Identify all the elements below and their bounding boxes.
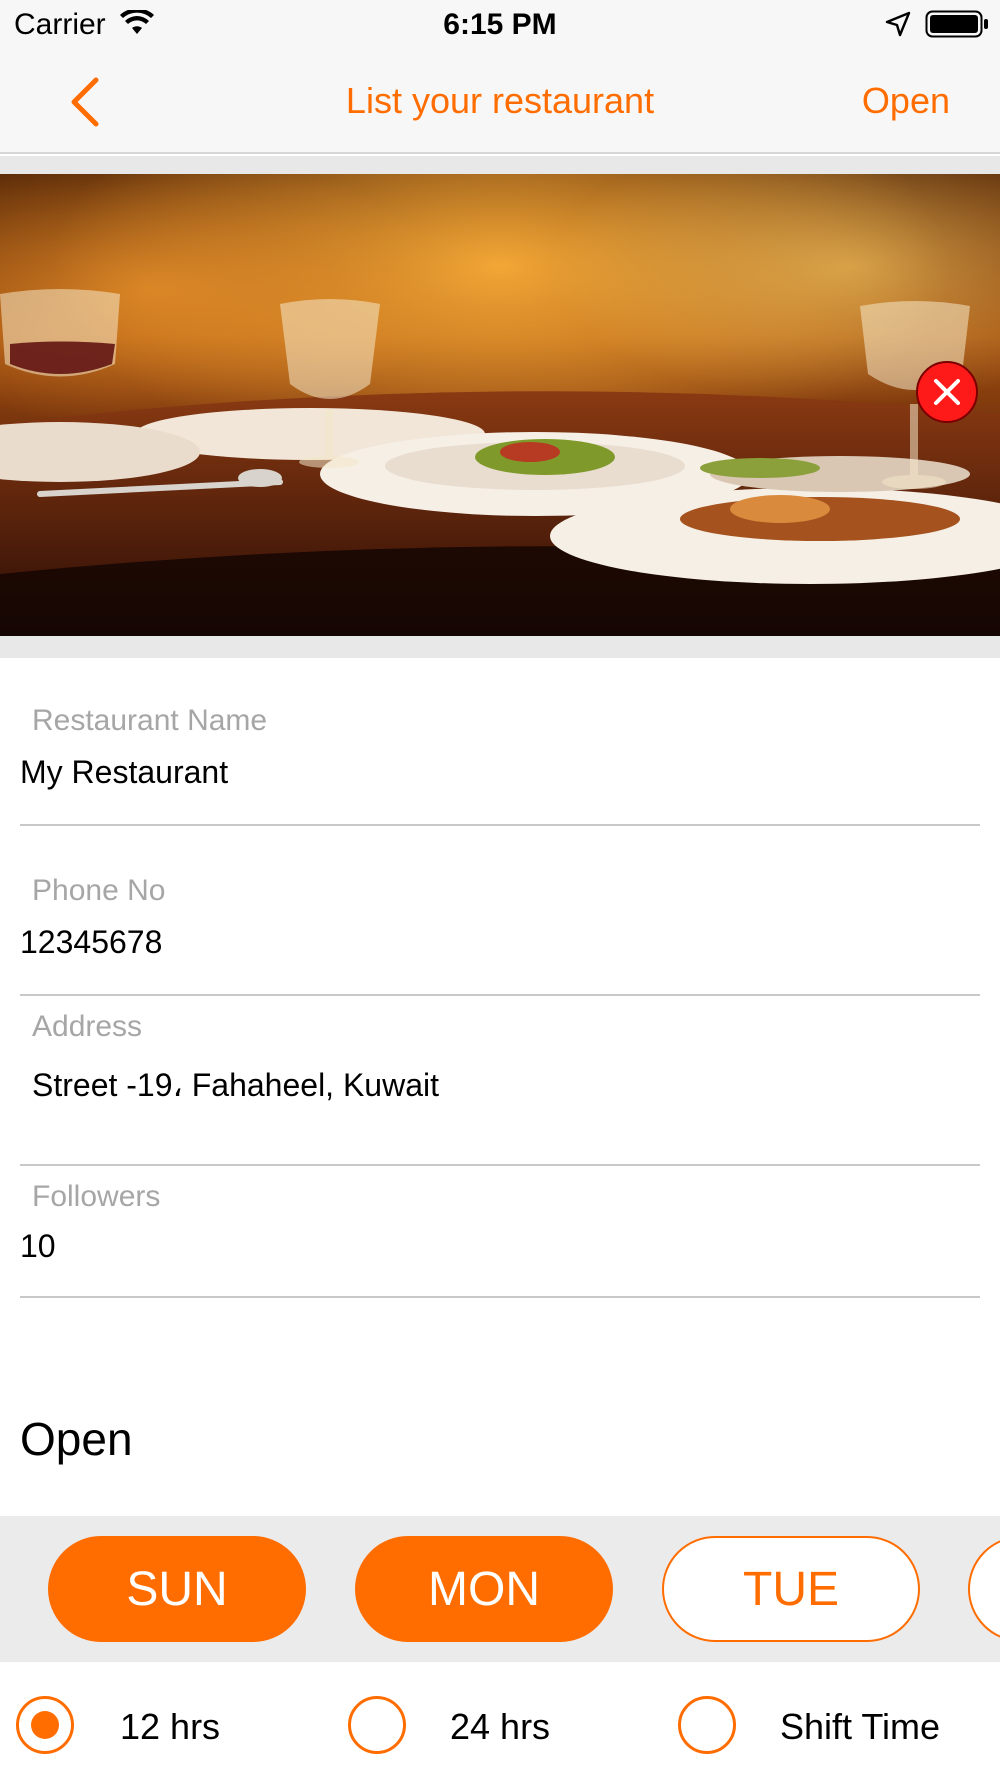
radio-option-shift-time[interactable]: Shift Time [678, 1662, 988, 1778]
radio-unselected-icon[interactable] [348, 1696, 406, 1754]
restaurant-name-label: Restaurant Name [32, 704, 268, 737]
phone-label: Phone No [32, 874, 166, 907]
radio-option-24-hrs[interactable]: 24 hrs [348, 1662, 608, 1778]
day-pill-next[interactable] [968, 1536, 1000, 1642]
restaurant-name-input[interactable]: My Restaurant [20, 754, 228, 791]
followers-field[interactable]: Followers 10 [20, 1176, 980, 1298]
followers-label: Followers [32, 1180, 161, 1213]
restaurant-name-field[interactable]: Restaurant Name My Restaurant [20, 700, 980, 826]
phone-field[interactable]: Phone No 12345678 [20, 870, 980, 996]
day-pill-sun[interactable]: SUN [48, 1536, 306, 1642]
radio-selected-icon[interactable] [16, 1696, 74, 1754]
hero-image-container [0, 156, 1000, 658]
status-bar: Carrier 6:15 PM [0, 0, 1000, 50]
address-label: Address [32, 1010, 143, 1043]
restaurant-photo [0, 174, 1000, 636]
status-time: 6:15 PM [443, 8, 557, 41]
navigation-bar: List your restaurant Open [0, 50, 1000, 154]
radio-option-12-hrs[interactable]: 12 hrs [16, 1662, 276, 1778]
address-field[interactable]: Address Street -19، Fahaheel, Kuwait [20, 1006, 980, 1166]
open-button[interactable]: Open [862, 80, 950, 122]
open-section-title: Open [20, 1413, 133, 1465]
battery-icon [925, 10, 988, 38]
radio-dot [31, 1711, 59, 1739]
day-pill-mon[interactable]: MON [355, 1536, 613, 1642]
hours-options: 12 hrs 24 hrs Shift Time [0, 1662, 1000, 1778]
close-icon[interactable] [915, 360, 979, 424]
radio-label-12-hrs: 12 hrs [120, 1706, 221, 1747]
followers-input[interactable]: 10 [20, 1228, 56, 1265]
day-pill-tue[interactable]: TUE [662, 1536, 920, 1642]
phone-input[interactable]: 12345678 [20, 924, 162, 961]
location-arrow-icon [885, 11, 911, 37]
radio-label-24-hrs: 24 hrs [450, 1706, 551, 1747]
page-title: List your restaurant [345, 80, 655, 121]
radio-unselected-icon[interactable] [678, 1696, 736, 1754]
address-input[interactable]: Street -19، Fahaheel, Kuwait [32, 1066, 439, 1104]
radio-label-shift-time: Shift Time [780, 1706, 941, 1747]
days-selector[interactable]: SUN MON TUE [0, 1516, 1000, 1662]
